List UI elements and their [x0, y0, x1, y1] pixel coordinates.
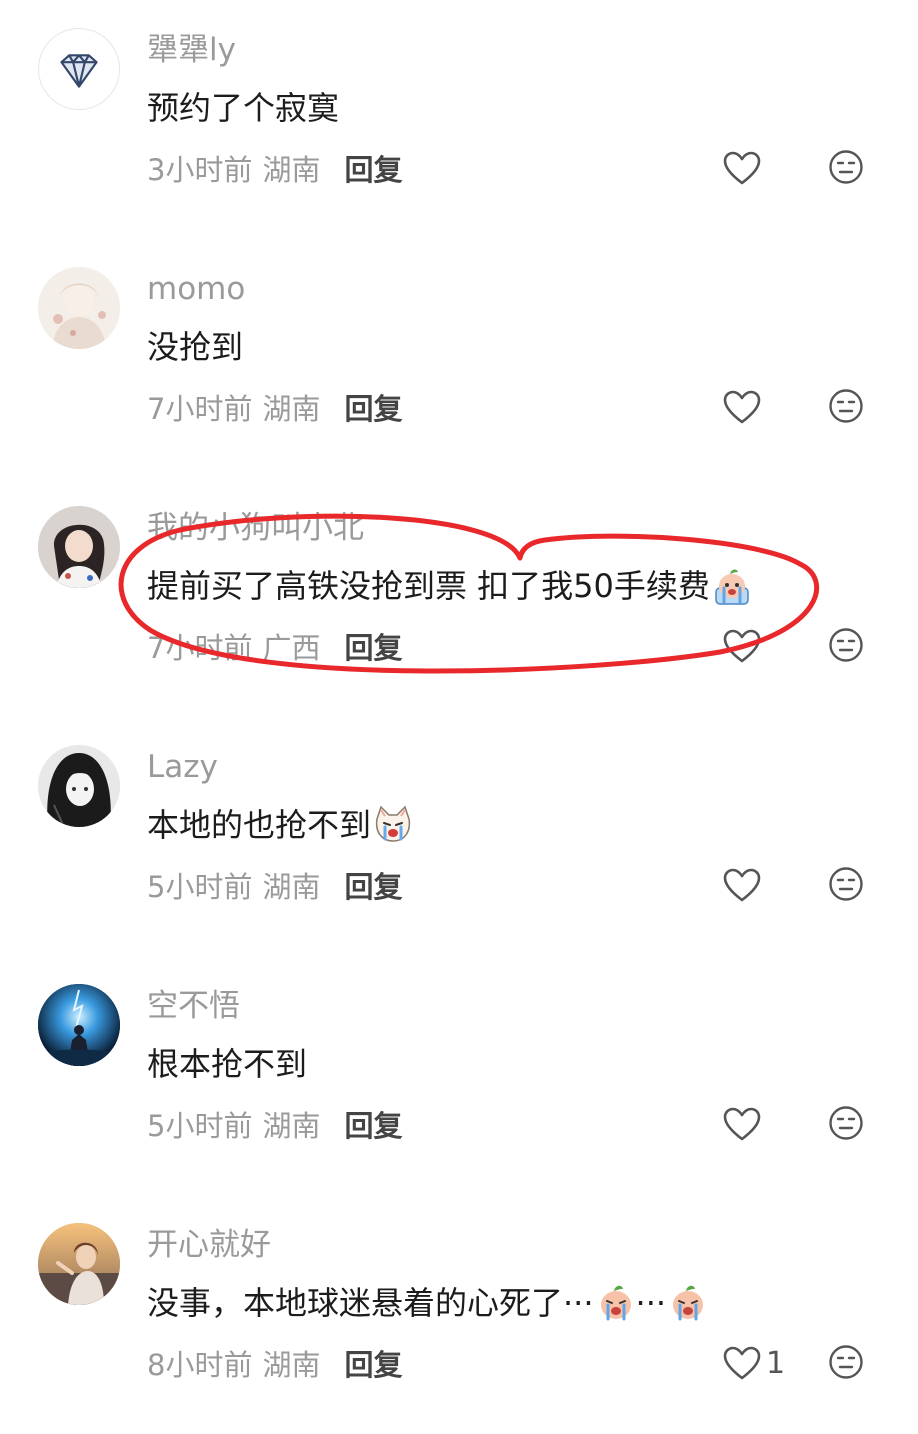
- comment-item: 空不悟 根本抢不到 5小时前 湖南 回复: [0, 956, 918, 1195]
- comment-text-body: 本地的也抢不到: [147, 806, 372, 844]
- comment-item: Lazy 本地的也抢不到 5小时前 湖南 回复: [0, 717, 918, 956]
- username[interactable]: 我的小狗叫小北: [147, 508, 364, 548]
- reply-button[interactable]: 回复: [344, 864, 402, 906]
- location: 湖南: [262, 1348, 321, 1382]
- comment-meta: 3小时前 湖南 回复: [147, 146, 402, 190]
- comment-text: 没事，本地球迷悬着的心死了··· ···: [147, 1280, 708, 1326]
- comment-meta: 7小时前 湖南 回复: [147, 385, 402, 429]
- like-button[interactable]: 1: [722, 1343, 785, 1383]
- comment-text: 本地的也抢不到: [147, 802, 413, 848]
- comment-text-body: 没抢到: [147, 328, 244, 366]
- dislike-button[interactable]: [828, 627, 864, 663]
- comment-text: 提前买了高铁没抢到票 扣了我50手续费: [147, 563, 752, 609]
- comment-text-body: 提前买了高铁没抢到票 扣了我50手续费: [147, 567, 710, 605]
- comment-item: 我的小狗叫小北 提前买了高铁没抢到票 扣了我50手续费 7小时前 广西 回复: [0, 478, 918, 717]
- comment-text-body: 没事，本地球迷悬着的心死了···: [147, 1284, 594, 1322]
- location: 湖南: [262, 392, 321, 426]
- username[interactable]: 开心就好: [147, 1225, 271, 1265]
- location: 湖南: [262, 870, 321, 904]
- diamond-icon: [60, 54, 98, 88]
- avatar[interactable]: [38, 1223, 120, 1305]
- avatar-image: [38, 745, 120, 827]
- heart-icon: [723, 1107, 761, 1141]
- comment-text-body: 根本抢不到: [147, 1045, 308, 1083]
- reply-button[interactable]: 回复: [344, 386, 402, 428]
- neutral-face-icon: [829, 1106, 863, 1140]
- like-button[interactable]: [722, 1104, 766, 1144]
- username[interactable]: 犟犟ly: [147, 30, 236, 70]
- heart-icon: [723, 868, 761, 902]
- neutral-face-icon: [829, 1345, 863, 1379]
- location: 湖南: [262, 153, 321, 187]
- comment-meta: 5小时前 湖南 回复: [147, 863, 402, 907]
- like-button[interactable]: [722, 865, 766, 905]
- timestamp: 5小时前: [147, 1109, 253, 1143]
- dislike-button[interactable]: [828, 149, 864, 185]
- timestamp: 7小时前: [147, 631, 253, 665]
- dislike-button[interactable]: [828, 1344, 864, 1380]
- avatar-image: [38, 984, 120, 1066]
- avatar-image: [38, 267, 120, 349]
- reply-button[interactable]: 回复: [344, 1103, 402, 1145]
- avatar[interactable]: [38, 506, 120, 588]
- heart-icon: [723, 629, 761, 663]
- timestamp: 8小时前: [147, 1348, 253, 1382]
- heart-icon: [723, 151, 761, 185]
- neutral-face-icon: [829, 867, 863, 901]
- neutral-face-icon: [829, 150, 863, 184]
- comment-item: momo 没抢到 7小时前 湖南 回复: [0, 239, 918, 478]
- like-button[interactable]: [722, 148, 766, 188]
- reply-button[interactable]: 回复: [344, 1342, 402, 1384]
- comment-item: 开心就好 没事，本地球迷悬着的心死了··· ··· 8小时前 湖南 回复 1: [0, 1195, 918, 1434]
- comment-text: 预约了个寂寞: [147, 85, 339, 131]
- crying-emoji-icon: [668, 1283, 708, 1323]
- dislike-button[interactable]: [828, 866, 864, 902]
- location: 广西: [262, 631, 321, 665]
- crying-cat-emoji-icon: [373, 805, 413, 845]
- avatar[interactable]: [38, 267, 120, 349]
- like-button[interactable]: [722, 626, 766, 666]
- heart-icon: [723, 1346, 761, 1380]
- crying-emoji-icon: [712, 566, 752, 606]
- avatar[interactable]: [38, 28, 120, 110]
- comment-text: 根本抢不到: [147, 1041, 307, 1087]
- avatar[interactable]: [38, 984, 120, 1066]
- comment-item: 犟犟ly 预约了个寂寞 3小时前 湖南 回复: [0, 0, 918, 239]
- like-button[interactable]: [722, 387, 766, 427]
- timestamp: 3小时前: [147, 153, 253, 187]
- username[interactable]: momo: [147, 269, 245, 309]
- like-count: 1: [766, 1345, 786, 1381]
- avatar-image: [38, 506, 120, 588]
- comment-text: 没抢到: [147, 324, 243, 370]
- username[interactable]: 空不悟: [147, 986, 240, 1026]
- avatar[interactable]: [38, 745, 120, 827]
- reply-button[interactable]: 回复: [344, 625, 402, 667]
- avatar-image: [38, 1223, 120, 1305]
- comment-meta: 7小时前 广西 回复: [147, 624, 402, 668]
- comment-meta: 5小时前 湖南 回复: [147, 1102, 402, 1146]
- comment-text-ellipsis: ···: [635, 1284, 667, 1322]
- neutral-face-icon: [829, 628, 863, 662]
- location: 湖南: [262, 1109, 321, 1143]
- dislike-button[interactable]: [828, 1105, 864, 1141]
- username[interactable]: Lazy: [147, 747, 218, 787]
- dislike-button[interactable]: [828, 388, 864, 424]
- neutral-face-icon: [829, 389, 863, 423]
- comment-meta: 8小时前 湖南 回复: [147, 1341, 402, 1385]
- timestamp: 5小时前: [147, 870, 253, 904]
- comment-text-body: 预约了个寂寞: [147, 89, 340, 127]
- reply-button[interactable]: 回复: [344, 147, 402, 189]
- timestamp: 7小时前: [147, 392, 253, 426]
- heart-icon: [723, 390, 761, 424]
- crying-emoji-icon: [596, 1283, 636, 1323]
